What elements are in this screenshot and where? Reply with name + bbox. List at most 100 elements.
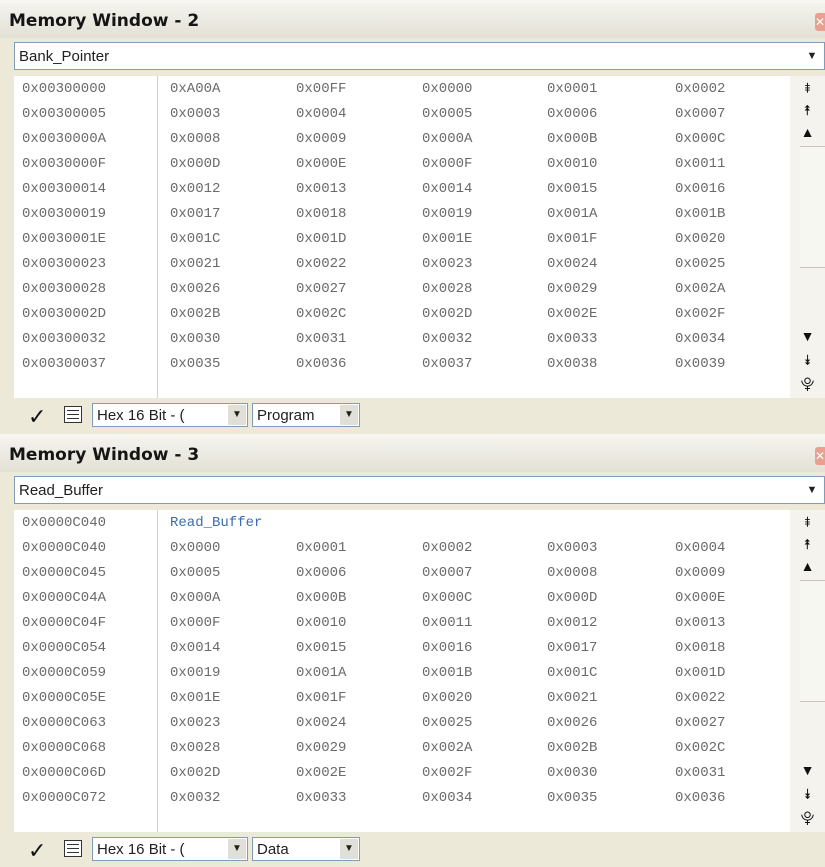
memory-row[interactable]: 0x0000C072 0x0032 0x0033 0x0034 0x0035 0x0036 [14,785,790,810]
memory-row[interactable]: 0x00300023 0x0021 0x0022 0x0023 0x0024 0x0025 [14,251,790,276]
format-select[interactable]: Hex 16 Bit - ( ▼ [92,837,248,861]
memory-value: 0x0004 [296,106,347,122]
memory-row[interactable]: 0x0000C06D 0x002D 0x002E 0x002F 0x0030 0x0031 [14,760,790,785]
memory-value: 0x0005 [422,106,473,122]
chevron-down-icon[interactable]: ▼ [800,477,824,503]
row-address: 0x0030001E [22,231,107,247]
memory-value: 0x0016 [675,181,726,197]
memory-value: 0x0025 [422,715,473,731]
memory-row[interactable]: 0x0000C040 0x0000 0x0001 0x0002 0x0003 0x0004 [14,535,790,560]
scroll-bottom-icon[interactable]: ⯓ [794,808,821,828]
memory-value: 0x001D [675,665,726,681]
memory-type-select[interactable]: Data ▼ [252,837,360,861]
symbol-input[interactable] [15,43,800,69]
window-titlebar[interactable]: Memory Window - 2 ✕ [0,0,825,38]
scroll-top-icon[interactable]: ⯒ [794,512,821,532]
memory-row[interactable]: 0x0030000A 0x0008 0x0009 0x000A 0x000B 0x000C [14,126,790,151]
memory-value: 0x001A [296,665,347,681]
vertical-scrollbar[interactable]: ⯒ ⯭ ▲ ▼ ⯯ ⯓ [790,76,825,398]
format-select[interactable]: Hex 16 Bit - ( ▼ [92,403,248,427]
memory-value: 0x0013 [296,181,347,197]
memory-row[interactable]: 0x0000C068 0x0028 0x0029 0x002A 0x002B 0x002C [14,735,790,760]
window-toolbar: ✓ Hex 16 Bit - ( ▼ Data ▼ [0,834,825,866]
memory-value: 0x0017 [170,206,221,222]
memory-value: 0x002F [422,765,473,781]
memory-row[interactable]: 0x0030002D 0x002B 0x002C 0x002D 0x002E 0x002F [14,301,790,326]
memory-grid[interactable]: 0x00300000 0xA00A 0x00FF 0x0000 0x0001 0x0002… [14,76,790,398]
line-down-icon[interactable]: ▼ [794,760,821,780]
memory-value: 0x001F [547,231,598,247]
memory-value: 0x0026 [170,281,221,297]
checkmark-icon[interactable]: ✓ [28,838,46,864]
memory-row[interactable]: 0x00300014 0x0012 0x0013 0x0014 0x0015 0x0016 [14,176,790,201]
memory-value: 0x0013 [675,615,726,631]
memory-value: 0x0039 [675,356,726,372]
memory-row[interactable]: 0x00300019 0x0017 0x0018 0x0019 0x001A 0x001B [14,201,790,226]
row-address: 0x0000C04F [22,615,107,631]
close-icon[interactable]: ✕ [815,13,825,31]
page-up-icon[interactable]: ⯭ [794,100,821,120]
list-icon[interactable] [64,840,82,857]
memory-value: 0x0012 [170,181,221,197]
memory-value: 0x0000 [422,81,473,97]
line-up-icon[interactable]: ▲ [794,556,821,576]
symbol-combobox[interactable]: ▼ [14,476,825,504]
page-down-icon[interactable]: ⯯ [794,350,821,370]
chevron-down-icon[interactable]: ▼ [228,405,246,425]
memory-value: 0x0033 [547,331,598,347]
memory-row[interactable]: 0x00300037 0x0035 0x0036 0x0037 0x0038 0x0039 [14,351,790,376]
memory-type-value: Data [257,841,289,858]
chevron-down-icon[interactable]: ▼ [340,405,358,425]
row-address: 0x0000C045 [22,565,107,581]
symbol-combobox[interactable]: ▼ [14,42,825,70]
memory-row[interactable]: 0x00300000 0xA00A 0x00FF 0x0000 0x0001 0x0002 [14,76,790,101]
memory-row[interactable]: 0x0000C04F 0x000F 0x0010 0x0011 0x0012 0x0013 [14,610,790,635]
memory-row[interactable]: 0x0030001E 0x001C 0x001D 0x001E 0x001F 0x0020 [14,226,790,251]
memory-value: 0x002B [170,306,221,322]
memory-value: 0x0019 [170,665,221,681]
scroll-bottom-icon[interactable]: ⯓ [794,374,821,394]
memory-row[interactable]: 0x0000C063 0x0023 0x0024 0x0025 0x0026 0x0027 [14,710,790,735]
chevron-down-icon[interactable]: ▼ [800,43,824,69]
close-icon[interactable]: ✕ [815,447,825,465]
memory-value: 0x0032 [170,790,221,806]
memory-row[interactable]: 0x0000C04A 0x000A 0x000B 0x000C 0x000D 0x000E [14,585,790,610]
memory-row[interactable]: 0x00300005 0x0003 0x0004 0x0005 0x0006 0x0007 [14,101,790,126]
memory-value: 0x0018 [675,640,726,656]
memory-value: 0x0032 [422,331,473,347]
symbol-input[interactable] [15,477,800,503]
list-icon[interactable] [64,406,82,423]
scrollbar-thumb[interactable] [800,580,825,702]
memory-value: 0x001F [296,690,347,706]
page-down-icon[interactable]: ⯯ [794,784,821,804]
memory-grid[interactable]: 0x0000C040 Read_Buffer 0x0000C040 0x0000 0x0… [14,510,790,832]
memory-row[interactable]: 0x0000C045 0x0005 0x0006 0x0007 0x0008 0x0009 [14,560,790,585]
memory-row[interactable]: 0x0030000F 0x000D 0x000E 0x000F 0x0010 0x0011 [14,151,790,176]
memory-value: 0xA00A [170,81,221,97]
memory-row[interactable]: 0x00300032 0x0030 0x0031 0x0032 0x0033 0x0034 [14,326,790,351]
memory-value: 0x000F [422,156,473,172]
page-up-icon[interactable]: ⯭ [794,534,821,554]
scroll-top-icon[interactable]: ⯒ [794,78,821,98]
memory-value: 0x002A [422,740,473,756]
row-address: 0x0000C054 [22,640,107,656]
memory-row[interactable]: 0x0000C05E 0x001E 0x001F 0x0020 0x0021 0x0022 [14,685,790,710]
memory-row[interactable]: 0x0000C059 0x0019 0x001A 0x001B 0x001C 0x001D [14,660,790,685]
line-down-icon[interactable]: ▼ [794,326,821,346]
memory-value: 0x0007 [675,106,726,122]
line-up-icon[interactable]: ▲ [794,122,821,142]
memory-value: 0x0002 [675,81,726,97]
memory-row[interactable]: 0x0000C054 0x0014 0x0015 0x0016 0x0017 0x0018 [14,635,790,660]
memory-type-select[interactable]: Program ▼ [252,403,360,427]
vertical-scrollbar[interactable]: ⯒ ⯭ ▲ ▼ ⯯ ⯓ [790,510,825,832]
symbol-label-row[interactable]: 0x0000C040 Read_Buffer [14,510,790,535]
row-address: 0x0030002D [22,306,107,322]
row-address: 0x0030000F [22,156,107,172]
window-titlebar[interactable]: Memory Window - 3 ✕ [0,434,825,472]
chevron-down-icon[interactable]: ▼ [228,839,246,859]
scrollbar-thumb[interactable] [800,146,825,268]
checkmark-icon[interactable]: ✓ [28,404,46,430]
chevron-down-icon[interactable]: ▼ [340,839,358,859]
memory-row[interactable]: 0x00300028 0x0026 0x0027 0x0028 0x0029 0x002A [14,276,790,301]
memory-value: 0x0031 [296,331,347,347]
